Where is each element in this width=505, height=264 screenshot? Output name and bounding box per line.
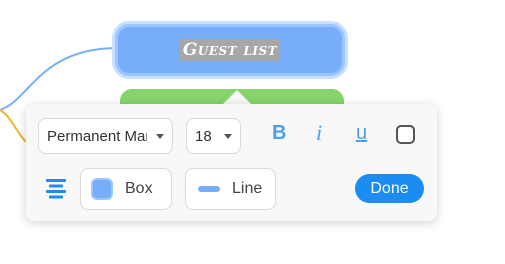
popup-arrow bbox=[223, 90, 251, 104]
main-topic-text[interactable]: Guest list bbox=[179, 39, 281, 61]
main-topic-node[interactable]: Guest list bbox=[115, 24, 345, 76]
line-style-button[interactable]: Line bbox=[185, 168, 276, 210]
text-box-checkbox[interactable] bbox=[396, 125, 415, 144]
done-button[interactable]: Done bbox=[355, 174, 424, 203]
font-family-select[interactable]: Permanent Marker bbox=[38, 118, 173, 154]
italic-button[interactable]: i bbox=[316, 120, 322, 146]
font-size-value: 18 bbox=[195, 127, 212, 145]
chevron-down-icon bbox=[224, 133, 232, 139]
format-toolbar-popup: Permanent Marker 18 B i u Box Line Done bbox=[26, 104, 437, 221]
font-family-value: Permanent Marker bbox=[47, 127, 147, 145]
bold-button[interactable]: B bbox=[272, 122, 286, 145]
chevron-down-icon bbox=[156, 133, 164, 139]
underline-button[interactable]: u bbox=[356, 122, 367, 145]
line-color-swatch bbox=[198, 186, 220, 192]
line-label: Line bbox=[232, 180, 263, 197]
box-style-button[interactable]: Box bbox=[80, 168, 172, 210]
box-color-swatch bbox=[91, 178, 113, 200]
box-label: Box bbox=[125, 180, 153, 197]
font-size-select[interactable]: 18 bbox=[186, 118, 241, 154]
align-center-icon[interactable] bbox=[44, 176, 68, 200]
